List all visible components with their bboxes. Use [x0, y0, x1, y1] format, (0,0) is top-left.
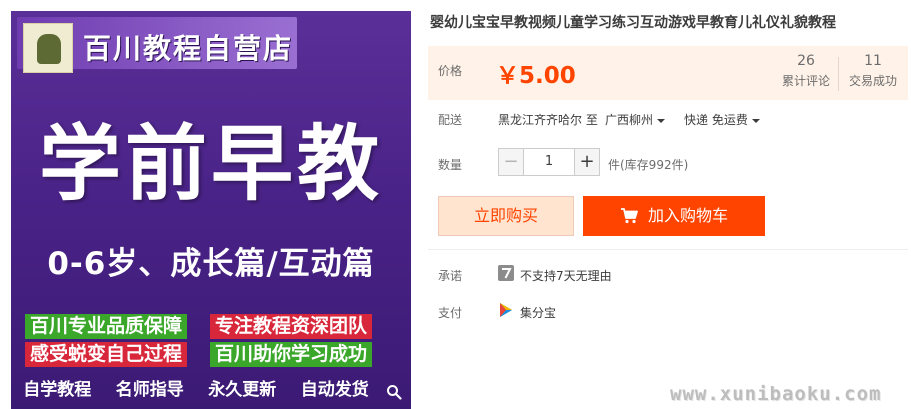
- ship-from: 黑龙江齐齐哈尔 至: [498, 111, 598, 128]
- promise-text[interactable]: 不支持7天无理由: [520, 267, 612, 284]
- add-to-cart-label: 加入购物车: [647, 206, 728, 225]
- image-feature: 名师指导: [115, 380, 184, 400]
- sales-stat: 11 交易成功: [840, 53, 906, 89]
- cart-icon: [620, 208, 638, 224]
- buy-now-button[interactable]: 立即购买: [438, 196, 574, 236]
- ship-to-word: 至: [585, 113, 598, 127]
- image-headline: 学前早教: [38, 117, 383, 212]
- reviews-stat[interactable]: 26 累计评论: [773, 53, 839, 89]
- increase-button[interactable]: +: [574, 148, 600, 176]
- shop-logo-banner: 百川教程自营店: [17, 17, 297, 73]
- image-feature: 永久更新: [208, 380, 277, 400]
- statue-icon: [37, 34, 61, 64]
- quantity-stepper: − 1 +: [498, 148, 600, 176]
- product-title: 婴幼儿宝宝早教视频儿童学习练习互动游戏早教育儿礼仪礼貌教程: [430, 15, 836, 31]
- payment-method[interactable]: 集分宝: [520, 304, 556, 321]
- quantity-input[interactable]: 1: [524, 148, 574, 176]
- section-divider: [428, 249, 908, 250]
- price-label: 价格: [438, 64, 463, 78]
- image-feature: 自动发货: [300, 380, 369, 400]
- quantity-label: 数量: [438, 158, 463, 172]
- price-panel: 价格 ￥5.00 26 累计评论 11 交易成功: [428, 46, 908, 100]
- jifenbao-icon: [500, 303, 512, 317]
- decrease-button[interactable]: −: [498, 148, 524, 176]
- price-value: ￥5.00: [496, 63, 576, 89]
- site-watermark: www.xunibaoku.com: [670, 383, 882, 405]
- ship-from-text: 黑龙江齐齐哈尔: [498, 113, 583, 127]
- shipping-label: 配送: [438, 113, 463, 127]
- image-tag: 百川助你学习成功: [210, 342, 373, 367]
- stock-text: 件(库存992件): [608, 158, 689, 172]
- chevron-down-icon: [657, 118, 666, 123]
- ship-destination-select[interactable]: 广西柳州: [605, 111, 666, 128]
- image-tag: 百川专业品质保障: [25, 314, 188, 339]
- reviews-label: 累计评论: [781, 74, 830, 88]
- payment-label: 支付: [438, 306, 463, 320]
- shop-name: 百川教程自营店: [83, 32, 294, 65]
- product-main-image[interactable]: 百川教程自营店 学前早教 0-6岁、成长篇/互动篇 百川专业品质保障 专注教程资…: [11, 11, 411, 409]
- image-feature: 自学教程: [23, 380, 92, 400]
- ship-destination: 广西柳州: [605, 113, 654, 127]
- reviews-count: 26: [797, 53, 815, 69]
- seven-day-icon: [498, 265, 514, 281]
- ship-method: 快递 免运费: [684, 113, 748, 127]
- shop-logo: [23, 23, 73, 73]
- sales-count: 11: [864, 53, 882, 69]
- stat-divider: [838, 57, 839, 91]
- sales-label: 交易成功: [848, 74, 897, 88]
- image-tag: 专注教程资深团队: [210, 314, 373, 339]
- zoom-icon[interactable]: [386, 384, 402, 400]
- image-subline: 0-6岁、成长篇/互动篇: [47, 246, 375, 282]
- promise-label: 承诺: [438, 269, 463, 283]
- add-to-cart-button[interactable]: 加入购物车: [583, 196, 765, 236]
- image-tag: 感受蜕变自己过程: [25, 342, 188, 367]
- ship-method-select[interactable]: 快递 免运费: [684, 111, 760, 128]
- chevron-down-icon: [751, 118, 760, 123]
- image-feature-row: 自学教程 名师指导 永久更新 自动发货: [11, 375, 381, 400]
